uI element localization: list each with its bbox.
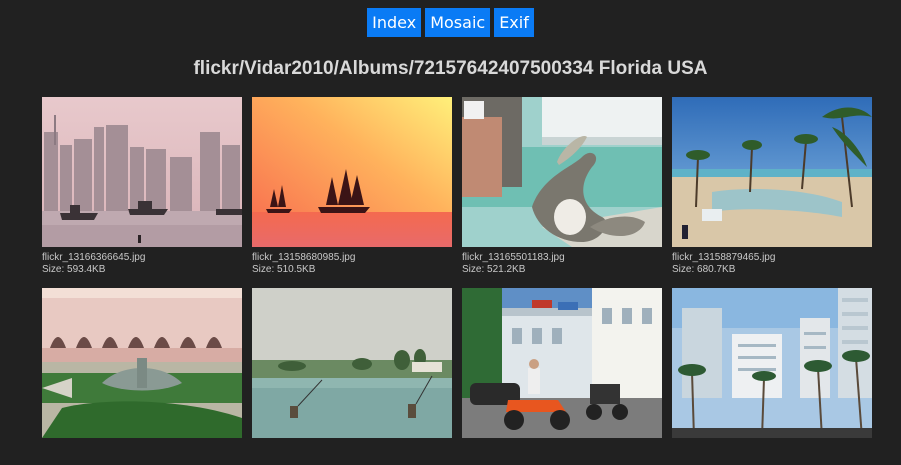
photo-card: flickr_13158680985.jpg Size: 510.5KB [252,97,452,274]
photo-thumbnail-street-motorcycles[interactable] [462,288,662,438]
photo-thumbnail-beach-palms[interactable] [672,97,872,247]
photo-thumbnail-fishing[interactable] [252,288,452,438]
index-button[interactable]: Index [367,8,422,37]
photo-card [462,288,662,465]
photo-filename: flickr_13165501183.jpg [462,252,565,263]
photo-thumbnail-sunset-ship[interactable] [252,97,452,247]
top-nav: Index Mosaic Exif [0,8,901,37]
exif-button[interactable]: Exif [494,8,534,37]
photo-card [252,288,452,465]
photo-size: Size: 593.4KB [42,264,106,274]
photo-thumbnail-pelicans[interactable] [462,97,662,247]
photo-thumbnail-city-palms[interactable] [672,288,872,438]
photo-card: flickr_13165501183.jpg Size: 521.2KB [462,97,662,274]
photo-thumbnail-skyline-boats[interactable] [42,97,242,247]
photo-card [42,288,242,465]
photo-card: flickr_13166366645.jpg Size: 593.4KB [42,97,242,274]
page-title: flickr/Vidar2010/Albums/7215764240750033… [193,58,708,79]
mosaic-button[interactable]: Mosaic [425,8,491,37]
photo-size: Size: 521.2KB [462,264,526,274]
photo-card [672,288,872,465]
photo-thumbnail-palazzo-garden[interactable] [42,288,242,438]
photo-filename: flickr_13158879465.jpg [672,252,776,263]
photo-size: Size: 510.5KB [252,264,316,274]
photo-grid: flickr_13166366645.jpg Size: 593.4KB fli… [42,97,872,465]
photo-card: flickr_13158879465.jpg Size: 680.7KB [672,97,872,274]
photo-filename: flickr_13166366645.jpg [42,252,146,263]
photo-filename: flickr_13158680985.jpg [252,252,356,263]
photo-size: Size: 680.7KB [672,264,736,274]
